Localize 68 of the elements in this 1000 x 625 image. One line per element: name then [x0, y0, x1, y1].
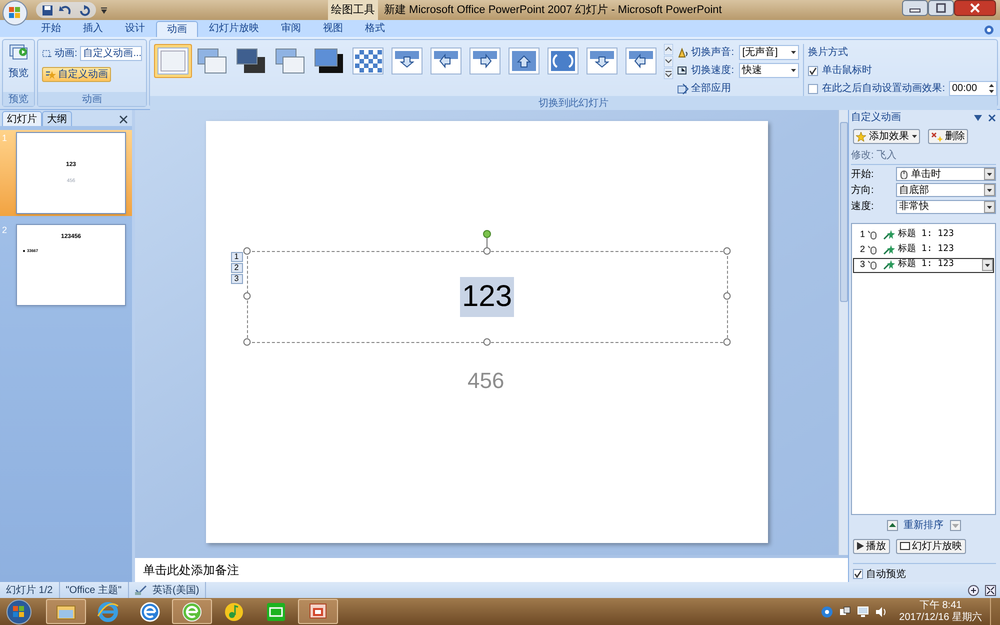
slide-title: 123: [460, 277, 514, 317]
preview-button[interactable]: 预览: [3, 40, 34, 92]
animation-tag[interactable]: 1: [230, 252, 242, 262]
item-label: 标题 1: 123: [898, 258, 955, 272]
effect-list-item[interactable]: 2 标题 1: 123: [853, 242, 994, 258]
clock[interactable]: 下午 8:41 2017/12/16 星期六: [899, 600, 982, 624]
ribbon-tab[interactable]: 开始: [30, 21, 72, 37]
slide-subtitle: 456: [468, 367, 504, 395]
checkbox-label: 在此之后自动设置动画效果:: [822, 82, 945, 96]
status-text: 英语(美国): [152, 584, 200, 598]
field-label: 开始:: [851, 168, 875, 182]
panel-tab[interactable]: 大纲: [42, 111, 72, 126]
checkbox-label: 自动预览: [866, 568, 906, 582]
field-label: 方向:: [851, 184, 875, 198]
ribbon-tab[interactable]: 动画: [156, 21, 198, 37]
remove-button[interactable]: 删除: [928, 129, 968, 144]
checkbox-label: 单击鼠标时: [822, 64, 872, 78]
modify-label: 修改: 飞入: [851, 148, 996, 166]
add-effect-button[interactable]: 添加效果: [853, 129, 920, 144]
item-number: 3: [860, 258, 865, 272]
animation-tag[interactable]: 3: [230, 274, 242, 284]
custom-animation-button[interactable]: 自定义动画: [42, 67, 112, 82]
item-label: 标题 1: 123: [898, 228, 955, 242]
context-tab-group: 绘图工具: [331, 2, 375, 18]
group-label: 切换到此幻灯片: [538, 96, 609, 110]
reorder-label: 重新排序: [904, 518, 944, 533]
notes-field[interactable]: 单击此处添加备注: [135, 555, 848, 582]
ribbon-tab[interactable]: 视图: [312, 21, 354, 37]
play-button[interactable]: 播放: [853, 538, 890, 554]
group-label: 预览: [8, 92, 29, 106]
pane-title: 自定义动画: [851, 110, 901, 126]
item-number: 2: [860, 243, 865, 256]
window-title: 新建 Microsoft Office PowerPoint 2007 幻灯片 - Microsoft PowerPoint: [384, 2, 722, 18]
ribbon-tab[interactable]: 设计: [114, 21, 156, 37]
ribbon-tab[interactable]: 审阅: [270, 21, 312, 37]
sound-dropdown[interactable]: [无声音]: [739, 45, 800, 60]
group-title: 换片方式: [808, 46, 850, 60]
effect-list-item[interactable]: 3 标题 1: 123: [853, 258, 994, 272]
panel-tab[interactable]: 幻灯片: [2, 111, 42, 126]
ribbon-tab[interactable]: 格式: [354, 21, 396, 37]
animation-tag[interactable]: 2: [230, 263, 242, 273]
effect-list-item[interactable]: 1 标题 1: 123: [853, 228, 994, 242]
ribbon-tab[interactable]: 插入: [72, 21, 114, 37]
clock-time: 下午 8:41: [919, 600, 962, 612]
effect-dropdown[interactable]: 自底部: [896, 183, 996, 198]
group-label: 动画: [82, 92, 102, 106]
slide[interactable]: 123 1 2 3 456: [206, 121, 768, 543]
ribbon-tab[interactable]: 幻灯片放映: [198, 21, 270, 37]
item-number: 1: [860, 228, 865, 242]
item-label: 标题 1: 123: [898, 243, 955, 256]
status-text: "Office 主题": [66, 584, 122, 598]
speed-dropdown[interactable]: 快速: [739, 63, 800, 78]
title-placeholder[interactable]: 123: [246, 251, 728, 343]
effect-dropdown[interactable]: 非常快: [896, 200, 996, 214]
slide-number: 2: [2, 224, 8, 237]
status-text: 幻灯片 1/2: [6, 584, 53, 598]
slide-number: 1: [2, 132, 8, 145]
effect-list[interactable]: 1 标题 1: 123 2 标题 1: 123 3 标题 1: 123: [851, 222, 996, 515]
field-label: 切换声音:: [691, 46, 735, 60]
clock-date: 2017/12/16 星期六: [899, 612, 982, 624]
field-label: 速度:: [851, 200, 875, 214]
field-label: 切换速度:: [691, 64, 735, 78]
apply-all-button[interactable]: 全部应用: [677, 81, 800, 96]
effect-dropdown[interactable]: 单击时: [896, 167, 996, 182]
time-spinner[interactable]: 00:00: [949, 81, 997, 96]
field-label: 动画:: [54, 47, 78, 61]
animation-dropdown[interactable]: 自定义动画...: [80, 46, 142, 61]
slideshow-button[interactable]: 幻灯片放映: [896, 538, 966, 554]
